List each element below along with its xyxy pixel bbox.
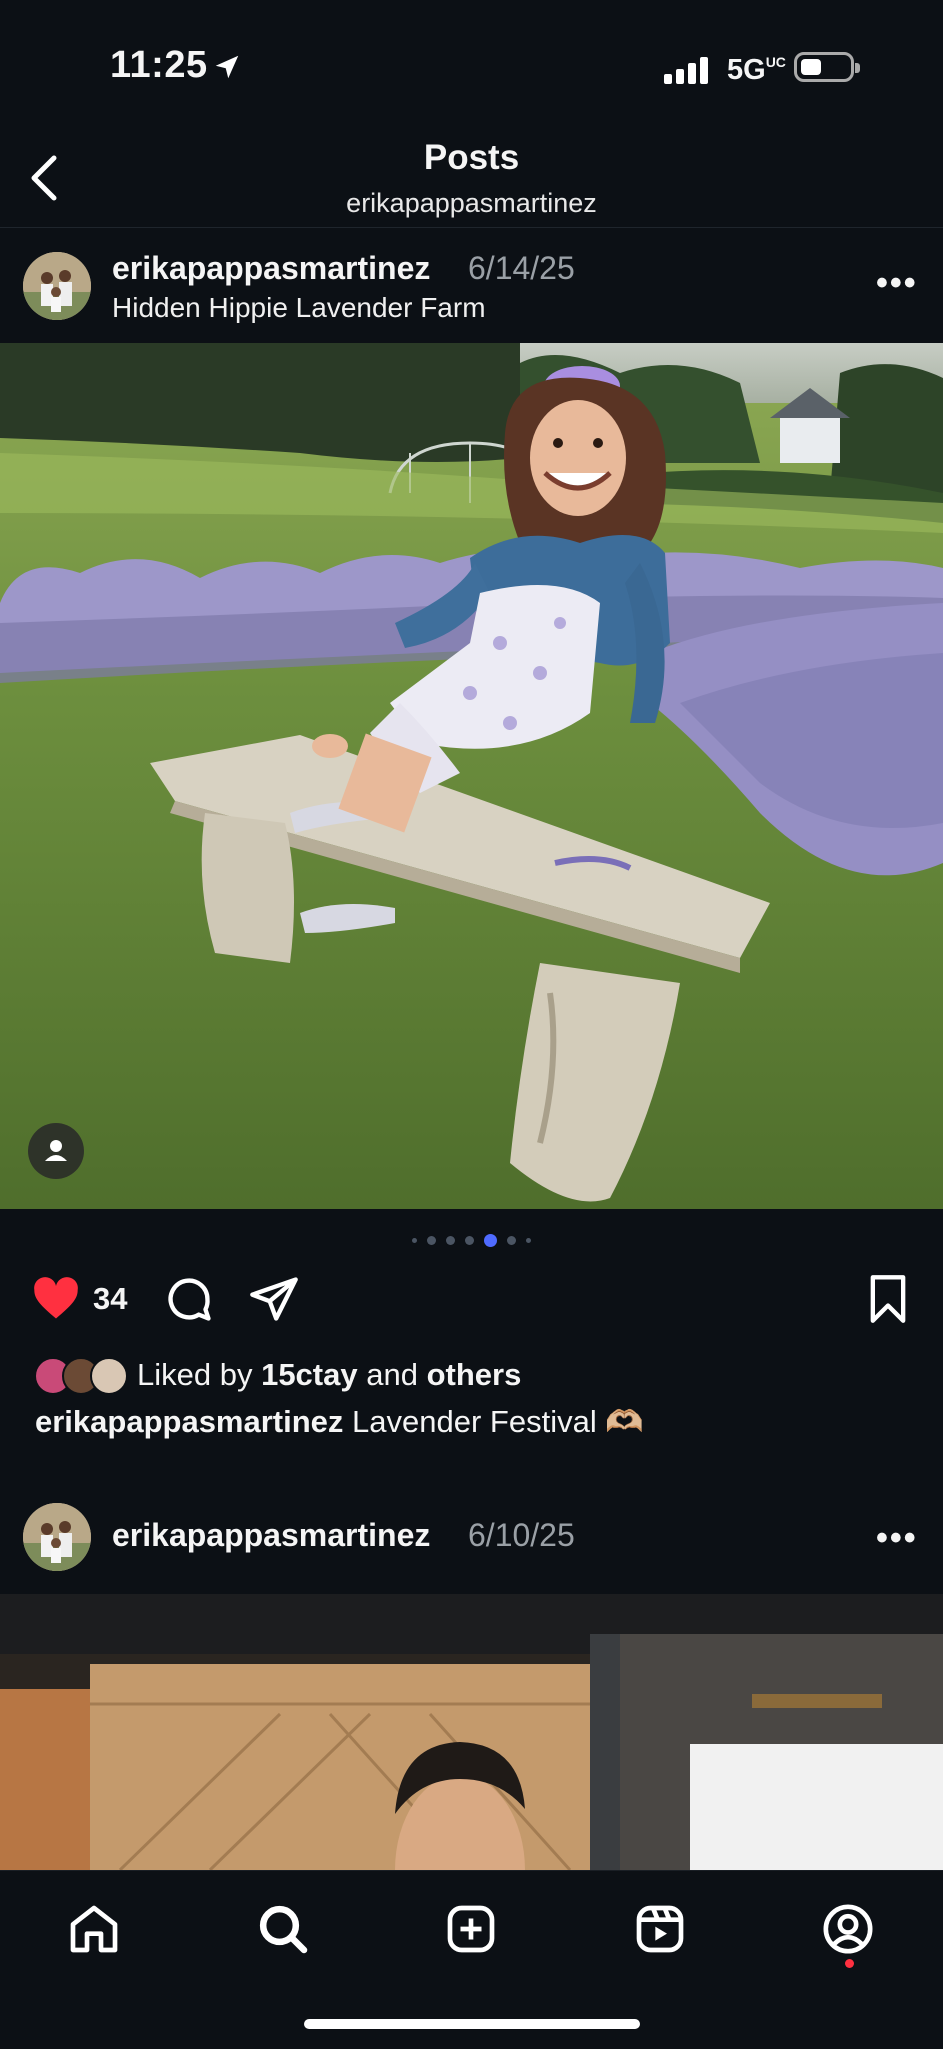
post-username[interactable]: erikapappasmartinez xyxy=(112,250,430,287)
home-indicator[interactable] xyxy=(304,2019,640,2029)
comment-icon[interactable] xyxy=(163,1273,215,1325)
carousel-indicator xyxy=(0,1234,943,1247)
more-icon[interactable]: ••• xyxy=(876,264,918,303)
more-icon[interactable]: ••• xyxy=(876,1519,918,1558)
reels-icon[interactable] xyxy=(632,1901,688,1957)
search-icon[interactable] xyxy=(255,1901,311,1957)
profile-icon[interactable] xyxy=(820,1901,876,1957)
network-label: 5GUC xyxy=(727,54,786,86)
post-date: 6/14/25 xyxy=(468,250,575,286)
heart-icon[interactable] xyxy=(30,1273,82,1325)
page-subtitle: erikapappasmartinez xyxy=(346,188,597,218)
post-date: 6/10/25 xyxy=(468,1517,575,1553)
create-icon[interactable] xyxy=(443,1901,499,1957)
header-divider xyxy=(0,227,943,228)
post-location[interactable]: Hidden Hippie Lavender Farm xyxy=(112,292,486,324)
share-icon[interactable] xyxy=(248,1273,300,1325)
avatar[interactable] xyxy=(23,252,91,320)
battery-icon xyxy=(794,52,860,82)
home-icon[interactable] xyxy=(66,1901,122,1957)
bookmark-icon[interactable] xyxy=(862,1273,914,1325)
signal-icon xyxy=(664,54,708,84)
tag-people-icon[interactable] xyxy=(28,1123,84,1179)
post-username[interactable]: erikapappasmartinez xyxy=(112,1517,430,1554)
post-photo[interactable] xyxy=(0,343,943,1209)
liked-by-avatars[interactable] xyxy=(34,1357,130,1395)
caption-username[interactable]: erikapappasmartinez xyxy=(35,1404,343,1439)
like-count[interactable]: 34 xyxy=(93,1281,127,1317)
liked-by-text[interactable]: Liked by 15ctay and others xyxy=(137,1357,521,1393)
page-title: Posts xyxy=(423,138,520,177)
post-caption: erikapappasmartinez Lavender Festival 🫶🏼 xyxy=(35,1404,644,1439)
status-time: 11:25 xyxy=(110,44,208,86)
location-arrow-icon xyxy=(215,55,239,79)
avatar[interactable] xyxy=(23,1503,91,1571)
post-photo[interactable] xyxy=(0,1594,943,1870)
notification-dot xyxy=(845,1959,854,1968)
